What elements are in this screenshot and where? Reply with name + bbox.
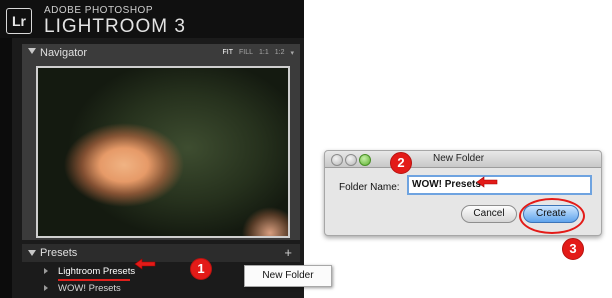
brand-title: LIGHTROOM 3 [44,16,186,37]
zoom-1-1[interactable]: 1:1 [259,49,269,57]
navigator-panel: Navigator FIT FILL 1:1 1:2 ▾ [22,44,300,240]
lightroom-header: Lr ADOBE PHOTOSHOP LIGHTROOM 3 [0,0,304,38]
preset-folder-label: Lightroom Presets [58,265,136,277]
disclosure-arrow-icon[interactable] [44,268,48,274]
dialog-titlebar: New Folder [325,151,601,168]
dialog-title: New Folder [433,153,485,164]
preset-folder-wow[interactable]: WOW! Presets [44,281,121,295]
step-badge-3: 3 [562,238,584,260]
zoom-fit[interactable]: FIT [223,49,234,57]
annotation-circle [519,198,585,234]
step-badge-2: 2 [390,152,412,174]
navigator-preview-image[interactable] [36,66,290,238]
lightroom-panel: Lr ADOBE PHOTOSHOP LIGHTROOM 3 Navigator… [0,0,304,298]
collapse-triangle-icon[interactable] [28,48,36,54]
disclosure-arrow-icon[interactable] [44,285,48,291]
minimize-icon[interactable] [345,154,357,166]
panel-side-strip [0,38,12,298]
context-menu-new-folder[interactable]: New Folder [244,265,332,287]
zoom-1-2[interactable]: 1:2 [275,49,285,57]
folder-name-input[interactable]: WOW! Presets [407,175,592,195]
zoom-icon[interactable] [359,154,371,166]
zoom-fill[interactable]: FILL [239,49,253,57]
annotation-arrow-icon [476,176,498,188]
zoom-options: FIT FILL 1:1 1:2 ▾ [223,49,295,57]
collapse-triangle-icon[interactable] [28,250,36,256]
close-icon[interactable] [331,154,343,166]
brand-subtitle: ADOBE PHOTOSHOP [44,5,154,16]
zoom-dropdown-icon[interactable]: ▾ [290,49,294,57]
step-badge-1: 1 [190,258,212,280]
navigator-header[interactable]: Navigator FIT FILL 1:1 1:2 ▾ [22,44,300,62]
annotation-arrow-icon [134,258,156,270]
presets-title: Presets [40,247,78,259]
navigator-title: Navigator [40,47,88,59]
cancel-button[interactable]: Cancel [461,205,517,223]
folder-name-label: Folder Name: [339,182,400,193]
lightroom-logo: Lr [6,8,32,34]
preset-folder-label: WOW! Presets [58,282,121,294]
presets-header[interactable]: Presets + [22,244,300,262]
add-preset-icon[interactable]: + [284,245,292,260]
preset-folder-lightroom[interactable]: Lightroom Presets [44,264,135,278]
